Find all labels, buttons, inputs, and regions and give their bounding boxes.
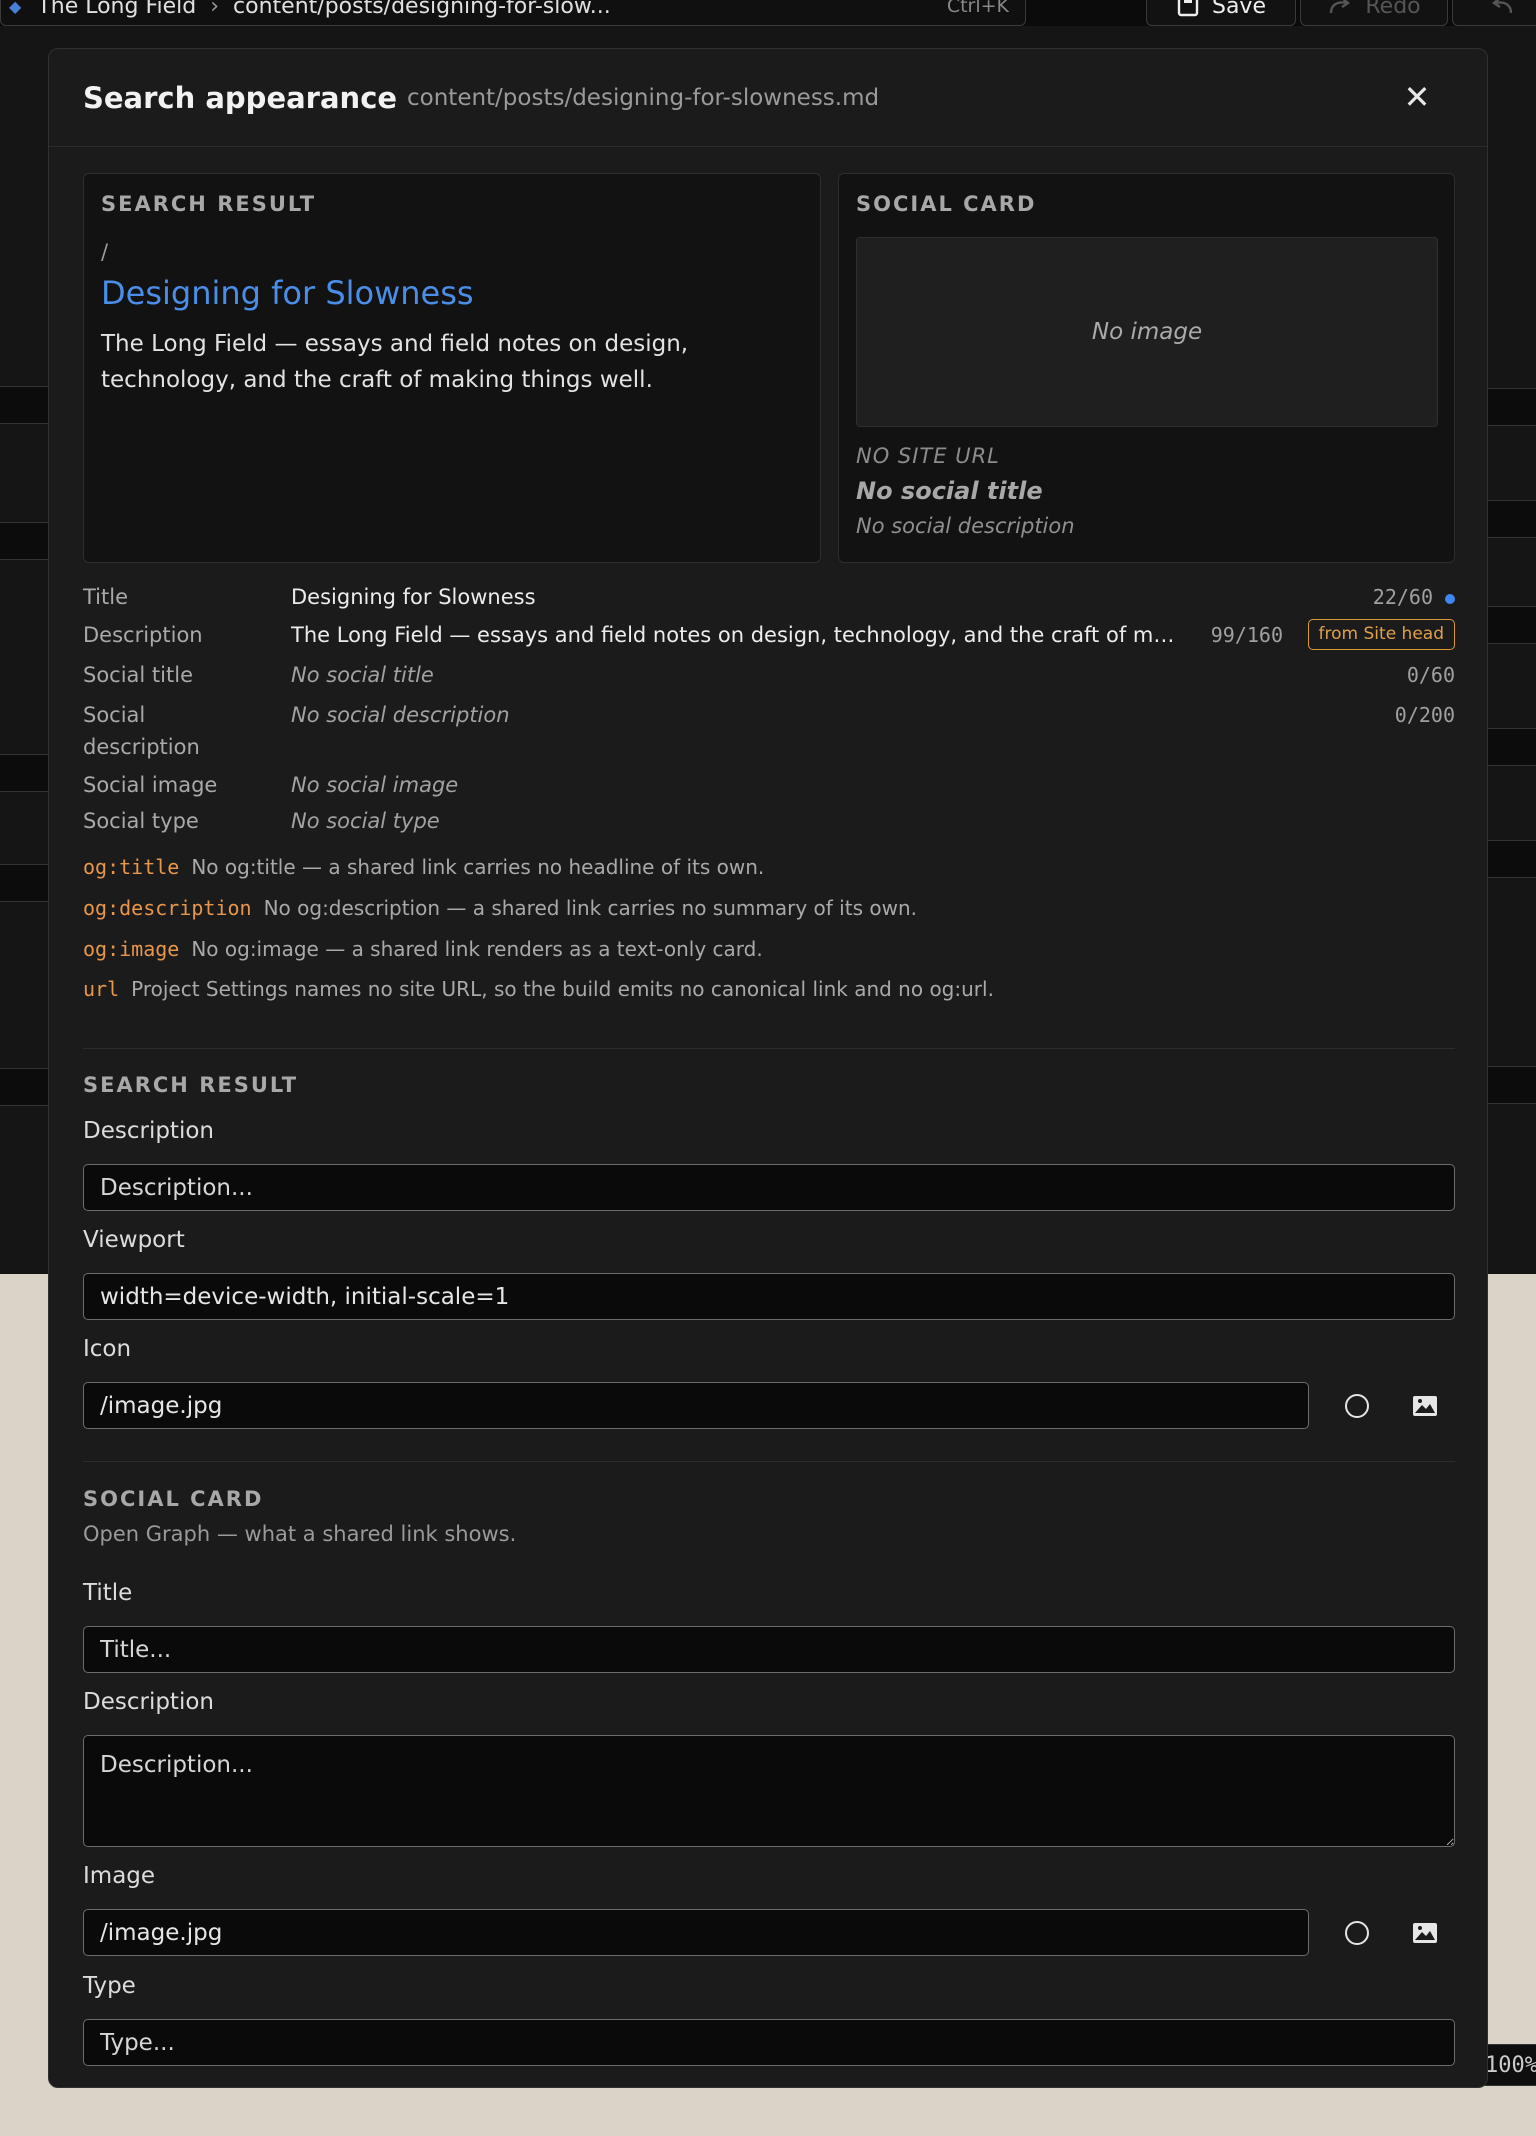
breadcrumb-file[interactable]: content/posts/designing-for-slow...: [233, 0, 611, 19]
preview-label: SOCIAL CARD: [856, 192, 1037, 216]
og-image-label: Image: [83, 1863, 156, 1889]
editor-left-strip: [0, 26, 50, 1274]
meta-value: No social type: [291, 809, 440, 833]
breadcrumb-site[interactable]: The Long Field: [37, 0, 196, 19]
meta-count: 22/60: [1373, 581, 1455, 613]
meta-row-social-image: Social image No social image: [83, 769, 1455, 801]
pick-og-image-button[interactable]: [1405, 1913, 1445, 1953]
preview-breadcrumb: /: [101, 240, 109, 264]
bg-field: [0, 1068, 50, 1106]
top-toolbar: ◆ The Long Field › content/posts/designi…: [0, 0, 1536, 26]
social-section-subheading: Open Graph — what a shared link shows.: [83, 1522, 517, 1546]
meta-value: The Long Field — essays and field notes …: [291, 623, 1183, 647]
meta-value: No social image: [291, 773, 459, 797]
bg-field: [1486, 388, 1536, 426]
bg-field: [0, 754, 50, 792]
status-dot-icon: [1445, 593, 1455, 604]
social-card-preview: SOCIAL CARD No image NO SITE URL No soci…: [838, 173, 1455, 563]
preview-title-link: Designing for Slowness: [101, 274, 474, 312]
bg-field: [0, 522, 50, 560]
source-badge: from Site head: [1307, 619, 1455, 650]
clear-og-image-button[interactable]: [1337, 1913, 1377, 1953]
dialog-file-path: content/posts/designing-for-slowness.md: [407, 85, 880, 111]
meta-key: Social title: [83, 663, 193, 687]
meta-key: Social description: [83, 703, 200, 759]
icon-label: Icon: [83, 1336, 132, 1362]
breadcrumb[interactable]: ◆ The Long Field › content/posts/designi…: [0, 0, 1026, 26]
bg-field: [1486, 1066, 1536, 1104]
meta-key: Social type: [83, 809, 199, 833]
breadcrumb-separator: ›: [210, 0, 220, 19]
section-divider: [83, 1461, 1455, 1462]
shortcut-hint: Ctrl+K: [946, 0, 1009, 17]
undo-icon: [1491, 0, 1513, 14]
meta-count: 0/200: [1394, 703, 1455, 727]
meta-row-social-description: Social description No social description…: [83, 699, 1455, 763]
og-type-label: Type: [83, 1973, 136, 1999]
bg-field: [0, 386, 50, 424]
bg-field: [1486, 606, 1536, 644]
warning-url: url Project Settings names no site URL, s…: [83, 977, 994, 1001]
save-icon: [1177, 0, 1199, 17]
clear-icon-button[interactable]: [1337, 1386, 1377, 1426]
viewport-input[interactable]: [83, 1273, 1455, 1320]
meta-row-title: Title Designing for Slowness 22/60: [83, 581, 1455, 613]
description-label: Description: [83, 1118, 214, 1144]
save-label: Save: [1211, 0, 1266, 19]
og-description-textarea[interactable]: [83, 1735, 1455, 1847]
redo-label: Redo: [1365, 0, 1421, 19]
dialog-header: Search appearance content/posts/designin…: [49, 49, 1487, 147]
pick-icon-image-button[interactable]: [1405, 1386, 1445, 1426]
search-result-preview: SEARCH RESULT / Designing for Slowness T…: [83, 173, 821, 563]
warning-og-image: og:image No og:image — a shared link rend…: [83, 937, 763, 961]
icon-path-input[interactable]: [83, 1382, 1309, 1429]
og-type-input[interactable]: [83, 2019, 1455, 2066]
image-icon: [1413, 1923, 1437, 1943]
circle-icon: [1345, 1394, 1369, 1418]
meta-count: 99/160: [1210, 623, 1283, 647]
og-title-input[interactable]: [83, 1626, 1455, 1673]
social-site-url: NO SITE URL: [856, 444, 1000, 468]
dialog-title: Search appearance: [83, 81, 398, 115]
meta-count: 0/60: [1406, 663, 1455, 687]
search-appearance-dialog: Search appearance content/posts/designin…: [48, 48, 1488, 2088]
circle-icon: [1345, 1921, 1369, 1945]
meta-value: No social title: [291, 663, 434, 687]
warning-og-description: og:description No og:description — a shar…: [83, 896, 917, 920]
og-image-input[interactable]: [83, 1909, 1309, 1956]
editor-right-strip: [1486, 26, 1536, 1274]
undo-button[interactable]: [1452, 0, 1536, 26]
bg-field: [1486, 840, 1536, 878]
close-icon[interactable]: ✕: [1395, 75, 1439, 119]
social-image-placeholder: No image: [856, 237, 1438, 427]
meta-key: Title: [83, 585, 129, 609]
social-title: No social title: [856, 477, 1043, 505]
meta-value: Designing for Slowness: [291, 585, 536, 609]
save-button[interactable]: Save: [1146, 0, 1296, 26]
social-description: No social description: [856, 514, 1075, 538]
warning-og-title: og:title No og:title — a shared link carr…: [83, 855, 765, 879]
social-section-heading: SOCIAL CARD: [83, 1487, 264, 1511]
redo-button[interactable]: Redo: [1300, 0, 1448, 26]
redo-icon: [1330, 0, 1351, 14]
preview-label: SEARCH RESULT: [101, 192, 317, 216]
bg-field: [1486, 728, 1536, 766]
preview-description: The Long Field — essays and field notes …: [101, 331, 689, 393]
meta-key: Description: [83, 623, 203, 647]
meta-row-social-type: Social type No social type: [83, 805, 1455, 837]
section-divider: [83, 1048, 1455, 1049]
site-diamond-icon: ◆: [9, 0, 22, 16]
bg-field: [0, 864, 50, 902]
meta-key: Social image: [83, 773, 218, 797]
og-description-label: Description: [83, 1689, 214, 1715]
search-section-heading: SEARCH RESULT: [83, 1073, 299, 1097]
meta-description-input[interactable]: [83, 1164, 1455, 1211]
viewport-label: Viewport: [83, 1227, 185, 1253]
meta-row-description: Description The Long Field — essays and …: [83, 619, 1455, 651]
bg-field: [1486, 500, 1536, 538]
meta-row-social-title: Social title No social title 0/60: [83, 659, 1455, 691]
image-icon: [1413, 1396, 1437, 1416]
og-title-label: Title: [83, 1580, 133, 1606]
meta-value: No social description: [291, 703, 510, 727]
